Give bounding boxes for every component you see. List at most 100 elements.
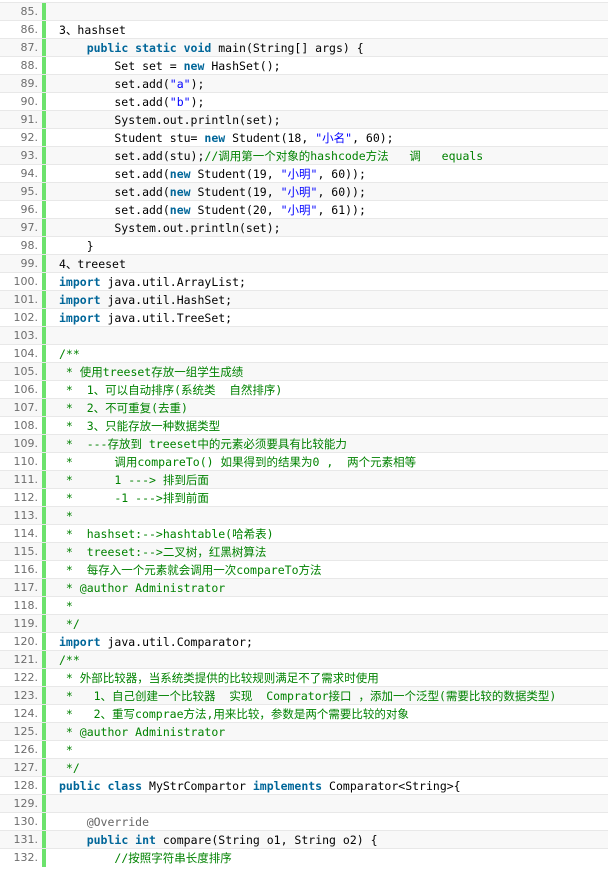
code-token: * 每存入一个元素就会调用一次compareTo方法 (59, 562, 322, 577)
code-line: 89. set.add("a"); (0, 74, 608, 93)
code-token: compare(String o1, String o2) { (155, 832, 378, 847)
code-line: 126. * (0, 740, 608, 759)
gutter-bar (42, 704, 46, 723)
line-number: 108. (13, 419, 39, 432)
code-token: public int (86, 832, 156, 847)
code-line: 85. (0, 2, 608, 21)
code-line: 123. * 1、自己创建一个比较器 实现 Comprator接口 ，添加一个泛… (0, 686, 608, 705)
code-token: HashSet(); (204, 58, 281, 73)
line-number: 115. (13, 545, 39, 558)
code-text: } (59, 237, 94, 255)
gutter-bar (42, 470, 46, 489)
line-number: 130. (13, 815, 39, 828)
code-text: * @author Administrator (59, 723, 225, 741)
line-number: 127. (13, 761, 39, 774)
code-line: 119. */ (0, 614, 608, 633)
code-line: 104. /** (0, 344, 608, 363)
code-line: 115. * treeset:-->二叉树，红黑树算法 (0, 542, 608, 561)
code-token: */ (59, 760, 80, 775)
code-token: * (59, 508, 73, 523)
code-line: 121. /** (0, 650, 608, 669)
code-text: public class MyStrCompartor implements C… (59, 777, 461, 795)
gutter-bar (42, 506, 46, 525)
code-token: MyStrCompartor (142, 778, 253, 793)
gutter-bar (42, 56, 46, 75)
line-number: 119. (13, 617, 39, 630)
code-text: set.add("a"); (59, 75, 204, 93)
code-token: 3、hashset (59, 22, 126, 37)
code-token: System.out.println(set); (59, 112, 281, 127)
gutter-bar (42, 218, 46, 237)
code-token: set.add( (59, 166, 170, 181)
code-token: ); (190, 76, 205, 91)
code-text: Set set = new HashSet(); (59, 57, 281, 75)
code-text: /** (59, 345, 80, 363)
line-number: 125. (13, 725, 39, 738)
code-text: set.add(new Student(20, "小明", 61)); (59, 201, 366, 219)
code-text: * 2、重写comprae方法,用来比较，参数是两个需要比较的对象 (59, 705, 409, 723)
code-token: * hashset:-->hashtable(哈希表) (59, 526, 274, 541)
gutter-bar (42, 668, 46, 687)
code-line: 92. Student stu= new Student(18, "小名", 6… (0, 128, 608, 147)
line-number: 89. (20, 77, 39, 90)
code-text: */ (59, 615, 80, 633)
gutter-bar (42, 200, 46, 219)
code-line: 118. * (0, 596, 608, 615)
gutter-bar (42, 20, 46, 39)
gutter-bar (42, 398, 46, 417)
gutter-bar (42, 848, 46, 867)
line-number: 117. (13, 581, 39, 594)
code-text: * 1、自己创建一个比较器 实现 Comprator接口 ，添加一个泛型(需要比… (59, 687, 556, 705)
code-text: * -1 --->排到前面 (59, 489, 209, 507)
gutter-bar (42, 578, 46, 597)
code-text: * (59, 507, 73, 525)
line-number: 123. (13, 689, 39, 702)
code-text: @Override (59, 813, 149, 831)
code-token: java.util.Comparator; (100, 634, 253, 649)
code-token: set.add( (59, 94, 170, 109)
code-line: 100. import java.util.ArrayList; (0, 272, 608, 291)
code-token: ); (190, 94, 205, 109)
code-text: set.add(new Student(19, "小明", 60)); (59, 183, 366, 201)
gutter-bar (42, 92, 46, 111)
code-token: System.out.println(set); (59, 220, 281, 235)
line-number: 128. (13, 779, 39, 792)
line-number: 122. (13, 671, 39, 684)
code-token: * @author Administrator (59, 580, 226, 595)
code-token: new (183, 58, 205, 73)
code-token: "a" (169, 76, 191, 91)
gutter-bar (42, 182, 46, 201)
code-line: 122. * 外部比较器，当系统类提供的比较规则满足不了需求时使用 (0, 668, 608, 687)
gutter-bar (42, 236, 46, 255)
code-text: * 2、不可重复(去重) (59, 399, 188, 417)
code-token: * 1、可以自动排序(系统类 自然排序) (59, 382, 283, 397)
code-token: Comparator<String>{ (322, 778, 461, 793)
code-text: * 调用compareTo() 如果得到的结果为0 , 两个元素相等 (59, 453, 416, 471)
line-number: 113. (13, 509, 39, 522)
gutter-bar (42, 632, 46, 651)
line-number: 121. (13, 653, 39, 666)
code-line: 110. * 调用compareTo() 如果得到的结果为0 , 两个元素相等 (0, 452, 608, 471)
code-token: implements (252, 778, 323, 793)
gutter-bar (42, 596, 46, 615)
code-token: main(String[] args) { (211, 40, 364, 55)
code-token: * treeset:-->二叉树，红黑树算法 (59, 544, 267, 559)
code-token: public class (59, 778, 143, 793)
code-line: 96. set.add(new Student(20, "小明", 61)); (0, 200, 608, 219)
line-number: 118. (13, 599, 39, 612)
code-token: "小明" (280, 202, 318, 217)
code-token: set.add(stu); (59, 148, 205, 163)
code-token: * 使用treeset存放一组学生成绩 (59, 364, 244, 379)
code-token: Student(18, (225, 130, 316, 145)
code-token: import (59, 274, 101, 289)
code-line: 132. //按照字符串长度排序 (0, 848, 608, 867)
line-number: 102. (13, 311, 39, 324)
code-token: * (59, 598, 73, 613)
code-line: 130. @Override (0, 812, 608, 831)
code-token: java.util.HashSet; (100, 292, 233, 307)
line-number: 93. (20, 149, 39, 162)
code-line: 93. set.add(stu);//调用第一个对象的hashcode方法 调 … (0, 146, 608, 165)
code-token: } (59, 238, 94, 253)
